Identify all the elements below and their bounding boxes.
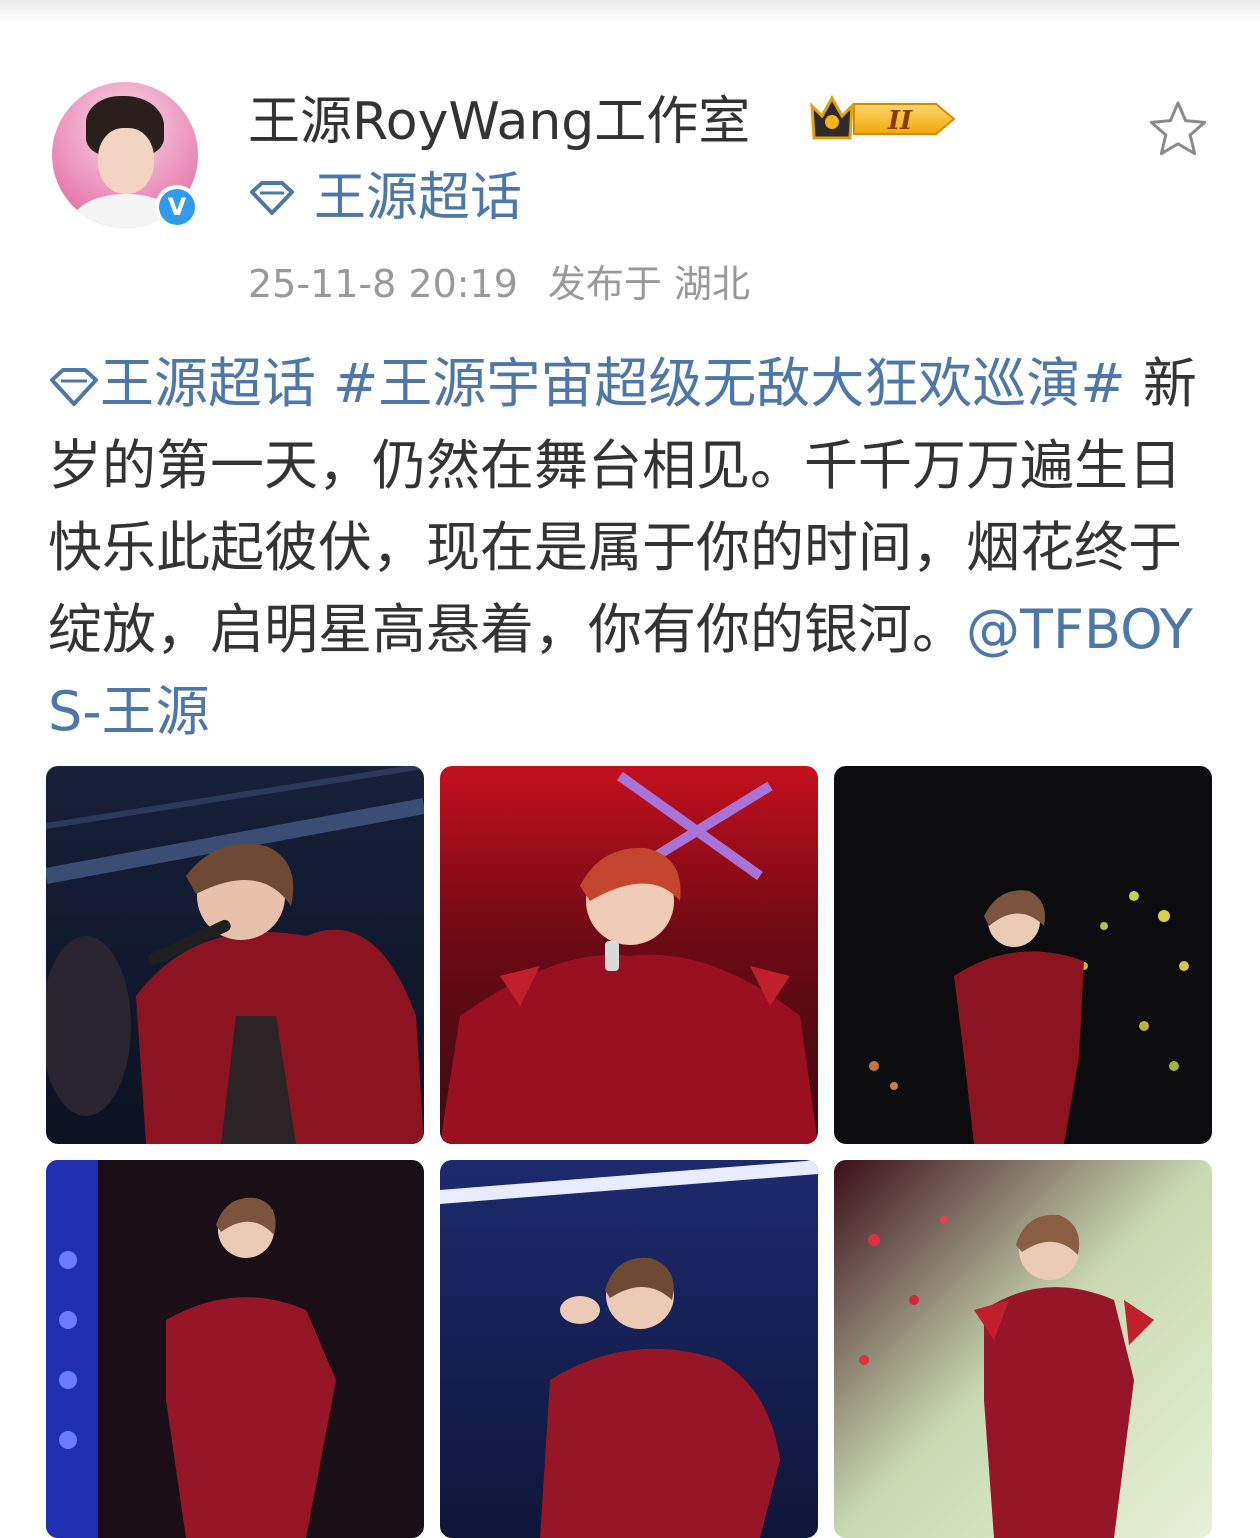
photo-3[interactable] (834, 766, 1212, 1144)
topic-label: 王源超话 (314, 168, 523, 228)
post-time: 25-11-8 20:19 (248, 262, 518, 306)
topic-link[interactable]: 王源超话 (248, 166, 522, 230)
hashtag-link[interactable]: #王源宇宙超级无敌大狂欢巡演# (333, 352, 1126, 415)
photo-5[interactable] (440, 1160, 818, 1538)
badge-level: II (887, 106, 913, 136)
crown-badge-icon[interactable]: II (808, 94, 960, 144)
body-topic-link[interactable]: 王源超话 (48, 352, 316, 415)
post-meta: 25-11-8 20:19 发布于 湖北 (248, 256, 750, 312)
photo-4[interactable] (46, 1160, 424, 1538)
author-name[interactable]: 王源RoyWang工作室 (248, 90, 750, 154)
top-divider (0, 0, 1260, 24)
photo-6[interactable] (834, 1160, 1212, 1538)
star-outline-icon[interactable] (1146, 98, 1210, 162)
photo-1[interactable] (46, 766, 424, 1144)
photo-2[interactable] (440, 766, 818, 1144)
post-location: 发布于 湖北 (547, 262, 750, 306)
diamond-icon (50, 368, 98, 406)
post-body: 王源超话 #王源宇宙超级无敌大狂欢巡演# 新岁的第一天，仍然在舞台相见。千千万万… (48, 343, 1214, 753)
diamond-icon (250, 181, 294, 215)
verified-icon: V (155, 185, 199, 229)
